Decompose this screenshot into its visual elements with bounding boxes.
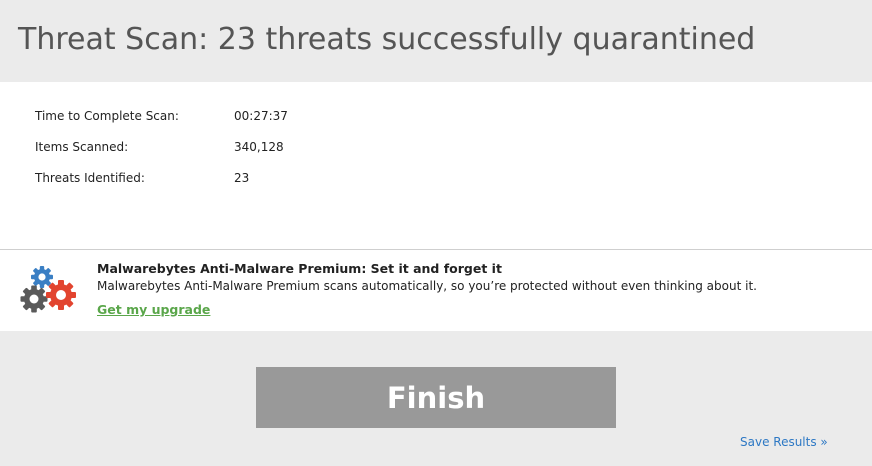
stat-value: 00:27:37 <box>234 109 288 123</box>
scan-summary: Time to Complete Scan: 00:27:37 Items Sc… <box>0 82 872 249</box>
stat-value: 340,128 <box>234 140 284 154</box>
page-title: Threat Scan: 23 threats successfully qua… <box>18 22 756 57</box>
promo-title: Malwarebytes Anti-Malware Premium: Set i… <box>97 261 502 276</box>
stat-row-time: Time to Complete Scan: 00:27:37 <box>0 109 872 129</box>
finish-button[interactable]: Finish <box>256 367 616 428</box>
stat-label: Items Scanned: <box>35 140 129 154</box>
footer-panel: Finish Save Results » <box>0 331 872 466</box>
stat-label: Threats Identified: <box>35 171 145 185</box>
gears-icon <box>20 266 76 313</box>
premium-promo: Malwarebytes Anti-Malware Premium: Set i… <box>0 250 872 331</box>
scan-header: Threat Scan: 23 threats successfully qua… <box>0 0 872 82</box>
stat-value: 23 <box>234 171 250 185</box>
stat-label: Time to Complete Scan: <box>35 109 179 123</box>
save-results-link[interactable]: Save Results » <box>740 435 828 449</box>
get-upgrade-link[interactable]: Get my upgrade <box>97 302 210 317</box>
promo-description: Malwarebytes Anti-Malware Premium scans … <box>97 279 757 293</box>
stat-row-threats: Threats Identified: 23 <box>0 171 872 191</box>
stat-row-items: Items Scanned: 340,128 <box>0 140 872 160</box>
